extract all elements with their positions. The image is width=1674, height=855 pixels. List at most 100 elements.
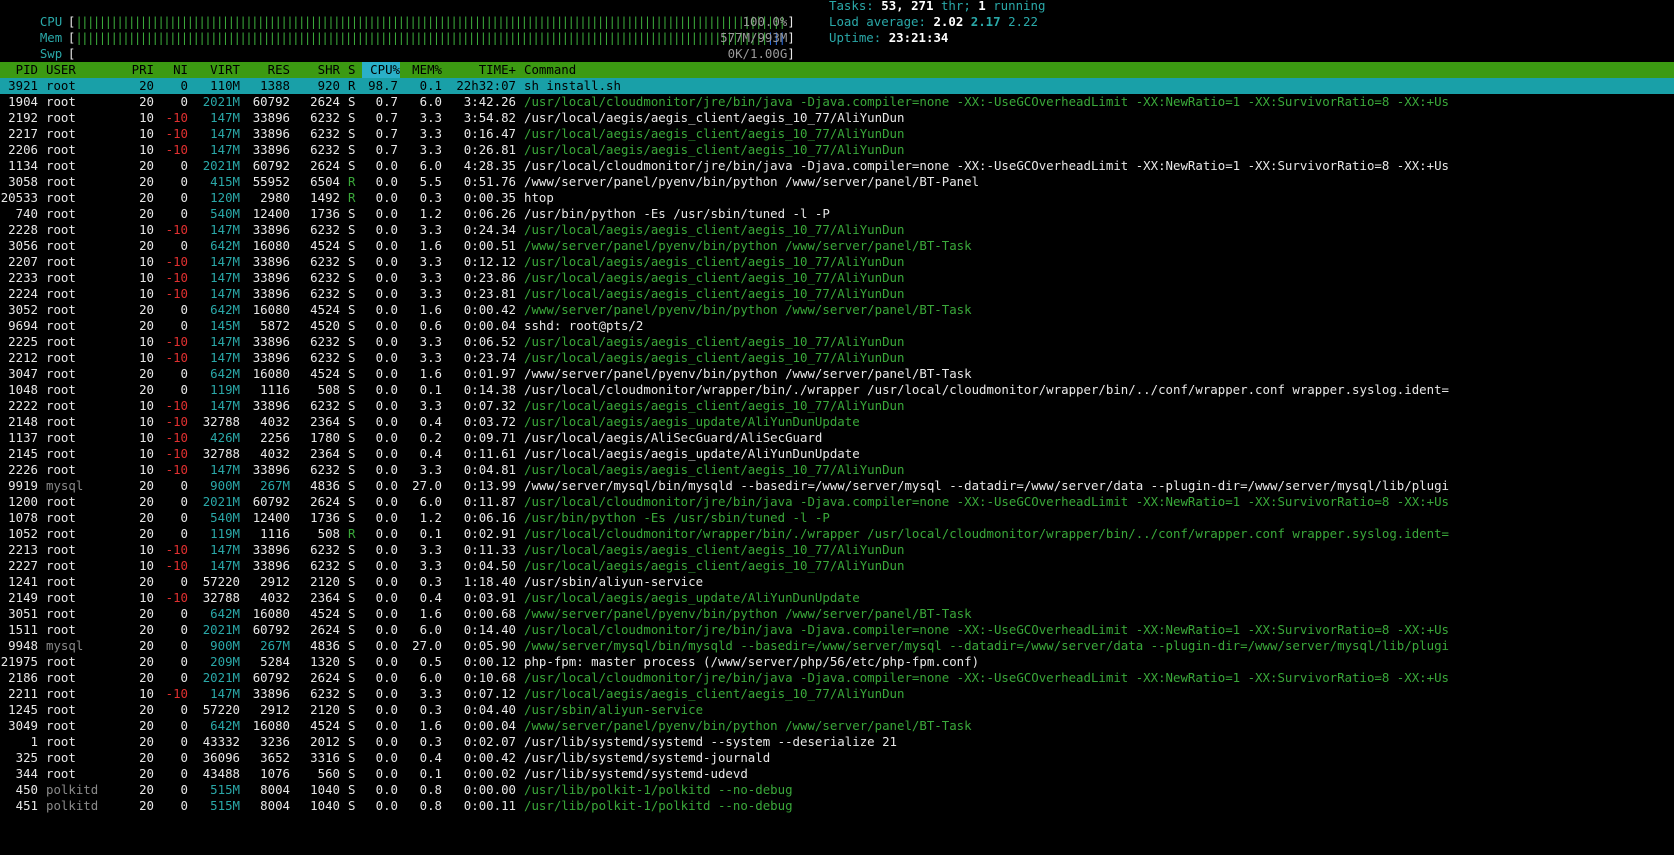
column-time[interactable]: TIME+ xyxy=(448,62,516,78)
mem-cell: 27.0 xyxy=(412,478,442,493)
process-row[interactable]: 1200 root 20 0 2021M 60792 2624 S 0.0 6.0 0:11.87 /… xyxy=(0,494,1674,510)
column-res[interactable]: RES xyxy=(244,62,290,78)
process-row[interactable]: 21975 root 20 0 209M 5284 1320 S 0.0 0.5 0:00.12 ph… xyxy=(0,654,1674,670)
ni-cell: 0 xyxy=(180,622,188,637)
pid-cell: 1137 xyxy=(8,430,38,445)
time-cell: 0:14.40 xyxy=(463,622,516,637)
process-list[interactable]: 3921 root 20 0 110M 1388 920 R 98.7 0.1 22h32:07 sh… xyxy=(0,78,1674,814)
process-row[interactable]: 2217 root 10 -10 147M 33896 6232 S 0.7 3.3 0:16.47… xyxy=(0,126,1674,142)
mem-cell: 0.4 xyxy=(419,750,442,765)
pid-cell: 2233 xyxy=(8,270,38,285)
pri-cell: 10 xyxy=(139,686,154,701)
pid-cell: 1052 xyxy=(8,526,38,541)
column-user[interactable]: USER xyxy=(46,62,76,78)
state-cell: S xyxy=(348,446,356,461)
state-cell: S xyxy=(348,94,356,109)
process-row[interactable]: 3058 root 20 0 415M 55952 6504 R 0.0 5.5 0:51.76/w… xyxy=(0,174,1674,190)
process-row[interactable]: 325 root 20 0 36096 3652 3316 S 0.0 0.4 0:00.42/us… xyxy=(0,750,1674,766)
selected-process-row[interactable]: 3921 root 20 0 110M 1388 920 R 98.7 0.1 22h32:07 sh… xyxy=(0,78,1674,94)
process-row[interactable]: 344 root 20 0 43488 1076 560 S 0.0 0.1 0:00.02/usr… xyxy=(0,766,1674,782)
pri-cell: 10 xyxy=(139,142,154,157)
time-cell: 0:00.04 xyxy=(463,318,516,333)
column-shr[interactable]: SHR xyxy=(296,62,340,78)
cpu-cell: 0.0 xyxy=(375,254,398,269)
pri-cell: 20 xyxy=(139,798,154,813)
ni-cell: -10 xyxy=(165,110,188,125)
column-state[interactable]: S xyxy=(348,62,355,78)
process-row[interactable]: 9948 mysql 20 0 900M 267M 4836 S 0.0 27.0 0:05.90 /… xyxy=(0,638,1674,654)
process-row[interactable]: 2222 root 10 -10 147M 33896 6232 S 0.0 3.3 0:07.32… xyxy=(0,398,1674,414)
process-row[interactable]: 1137 root 10 -10 426M 2256 1780 S 0.0 0.2 0:09.71 /… xyxy=(0,430,1674,446)
process-row[interactable]: 20533 root 20 0 120M 2980 1492 R 0.0 0.3 0:00.35 ht… xyxy=(0,190,1674,206)
state-cell: S xyxy=(348,238,356,253)
column-mem[interactable]: MEM% xyxy=(402,62,442,78)
column-pid[interactable]: PID xyxy=(0,62,38,78)
process-row[interactable]: 2225 root 10 -10 147M 33896 6232 S 0.0 3.3 0:06.52… xyxy=(0,334,1674,350)
ni-cell: 0 xyxy=(180,478,188,493)
ni-cell: -10 xyxy=(165,286,188,301)
command-cell: /usr/local/cloudmonitor/wrapper/bin/./wr… xyxy=(524,526,1450,541)
process-row[interactable]: 1511 root 20 0 2021M 60792 2624 S 0.0 6.0 0:14.40 /… xyxy=(0,622,1674,638)
virt-cell: 147M xyxy=(210,270,240,285)
process-row[interactable]: 2213 root 10 -10 147M 33896 6232 S 0.0 3.3 0:11.33… xyxy=(0,542,1674,558)
process-row[interactable]: 9919 mysql 20 0 900M 267M 4836 S 0.0 27.0 0:13.99 /… xyxy=(0,478,1674,494)
process-row[interactable]: 3051 root 20 0 642M 16080 4524 S 0.0 1.6 0:00.68/w… xyxy=(0,606,1674,622)
process-row[interactable]: 2206 root 10 -10 147M 33896 6232 S 0.7 3.3 0:26.81… xyxy=(0,142,1674,158)
process-row[interactable]: 2207 root 10 -10 147M 33896 6232 S 0.0 3.3 0:12.12… xyxy=(0,254,1674,270)
process-row[interactable]: 2192 root 10 -10 147M 33896 6232 S 0.7 3.3 3:54.82… xyxy=(0,110,1674,126)
pri-cell: 20 xyxy=(139,526,154,541)
process-row[interactable]: 1241 root 20 0 57220 2912 2120 S 0.0 0.3 1:18.40/u… xyxy=(0,574,1674,590)
process-row[interactable]: 3052 root 20 0 642M 16080 4524 S 0.0 1.6 0:00.42/w… xyxy=(0,302,1674,318)
cpu-cell: 0.7 xyxy=(375,142,398,157)
process-row[interactable]: 2148 root 10 -10 32788 4032 2364 S 0.0 0.4 0:03.72… xyxy=(0,414,1674,430)
process-row[interactable]: 2186 root 20 0 2021M 60792 2624 S 0.0 6.0 0:10.68 /… xyxy=(0,670,1674,686)
virt-cell: 147M xyxy=(210,286,240,301)
command-cell: /usr/local/aegis/aegis_client/aegis_10_7… xyxy=(524,686,905,701)
process-row[interactable]: 1134 root 20 0 2021M 60792 2624 S 0.0 6.0 4:28.35 /… xyxy=(0,158,1674,174)
process-row[interactable]: 451 polkitd 20 0 515M 8004 1040 S 0.0 0.8 0:00.11 /… xyxy=(0,798,1674,814)
process-row[interactable]: 450 polkitd 20 0 515M 8004 1040 S 0.0 0.8 0:00.00 /… xyxy=(0,782,1674,798)
virt-cell: 43332 xyxy=(202,734,240,749)
process-row[interactable]: 1048 root 20 0 119M 1116 508 S 0.0 0.1 0:14.38/usr… xyxy=(0,382,1674,398)
command-cell: /usr/local/aegis/aegis_client/aegis_10_7… xyxy=(524,286,905,301)
cpu-cell: 0.0 xyxy=(375,222,398,237)
process-row[interactable]: 9694 root 20 0 145M 5872 4520 S 0.0 0.6 0:00.04 ssh… xyxy=(0,318,1674,334)
process-row[interactable]: 740 root 20 0 540M 12400 1736 S 0.0 1.2 0:06.26/us… xyxy=(0,206,1674,222)
state-cell: S xyxy=(348,542,356,557)
process-row[interactable]: 2145 root 10 -10 32788 4032 2364 S 0.0 0.4 0:11.61… xyxy=(0,446,1674,462)
ni-cell: 0 xyxy=(180,702,188,717)
cpu-cell: 0.0 xyxy=(375,574,398,589)
process-row[interactable]: 2227 root 10 -10 147M 33896 6232 S 0.0 3.3 0:04.50… xyxy=(0,558,1674,574)
process-row[interactable]: 2233 root 10 -10 147M 33896 6232 S 0.0 3.3 0:23.86… xyxy=(0,270,1674,286)
time-cell: 0:24.34 xyxy=(463,222,516,237)
process-row[interactable]: 2211 root 10 -10 147M 33896 6232 S 0.0 3.3 0:07.12… xyxy=(0,686,1674,702)
ni-cell: 0 xyxy=(180,654,188,669)
process-row[interactable]: 2224 root 10 -10 147M 33896 6232 S 0.0 3.3 0:23.81… xyxy=(0,286,1674,302)
process-row[interactable]: 1904 root 20 0 2021M 60792 2624 S 0.7 6.0 3:42.26 /… xyxy=(0,94,1674,110)
column-command[interactable]: Command xyxy=(524,62,576,78)
cpu-cell: 0.0 xyxy=(375,510,398,525)
pri-cell: 20 xyxy=(139,718,154,733)
process-row[interactable]: 3056 root 20 0 642M 16080 4524 S 0.0 1.6 0:00.51/w… xyxy=(0,238,1674,254)
process-row[interactable]: 3047 root 20 0 642M 16080 4524 S 0.0 1.6 0:01.97/w… xyxy=(0,366,1674,382)
process-row[interactable]: 2226 root 10 -10 147M 33896 6232 S 0.0 3.3 0:04.81… xyxy=(0,462,1674,478)
process-row[interactable]: 1078 root 20 0 540M 12400 1736 S 0.0 1.2 0:06.16/u… xyxy=(0,510,1674,526)
column-cpu-sorted[interactable]: CPU% xyxy=(362,62,400,78)
process-row[interactable]: 2149 root 10 -10 32788 4032 2364 S 0.0 0.4 0:03.91… xyxy=(0,590,1674,606)
process-row[interactable]: 1245 root 20 0 57220 2912 2120 S 0.0 0.3 0:04.40/u… xyxy=(0,702,1674,718)
shr-cell: 4524 xyxy=(310,302,340,317)
process-row[interactable]: 2212 root 10 -10 147M 33896 6232 S 0.0 3.3 0:23.74… xyxy=(0,350,1674,366)
process-row[interactable]: 2228 root 10 -10 147M 33896 6232 S 0.0 3.3 0:24.34… xyxy=(0,222,1674,238)
virt-cell: 32788 xyxy=(202,414,240,429)
shr-cell: 1780 xyxy=(310,430,340,445)
pri-cell: 20 xyxy=(139,478,154,493)
state-cell: S xyxy=(348,158,356,173)
process-row[interactable]: 3049 root 20 0 642M 16080 4524 S 0.0 1.6 0:00.04/w… xyxy=(0,718,1674,734)
column-header-bar[interactable]: PID USER PRI NI VIRT RES SHR S CPU% MEM%… xyxy=(0,62,1674,78)
column-pri[interactable]: PRI xyxy=(120,62,154,78)
pid-cell: 9948 xyxy=(8,638,38,653)
process-row[interactable]: 1 root 20 0 43332 3236 2012 S 0.0 0.3 0:02.07/usr/… xyxy=(0,734,1674,750)
process-row[interactable]: 1052 root 20 0 119M 1116 508 R 0.0 0.1 0:02.91/usr… xyxy=(0,526,1674,542)
column-ni[interactable]: NI xyxy=(160,62,188,78)
column-virt[interactable]: VIRT xyxy=(196,62,240,78)
